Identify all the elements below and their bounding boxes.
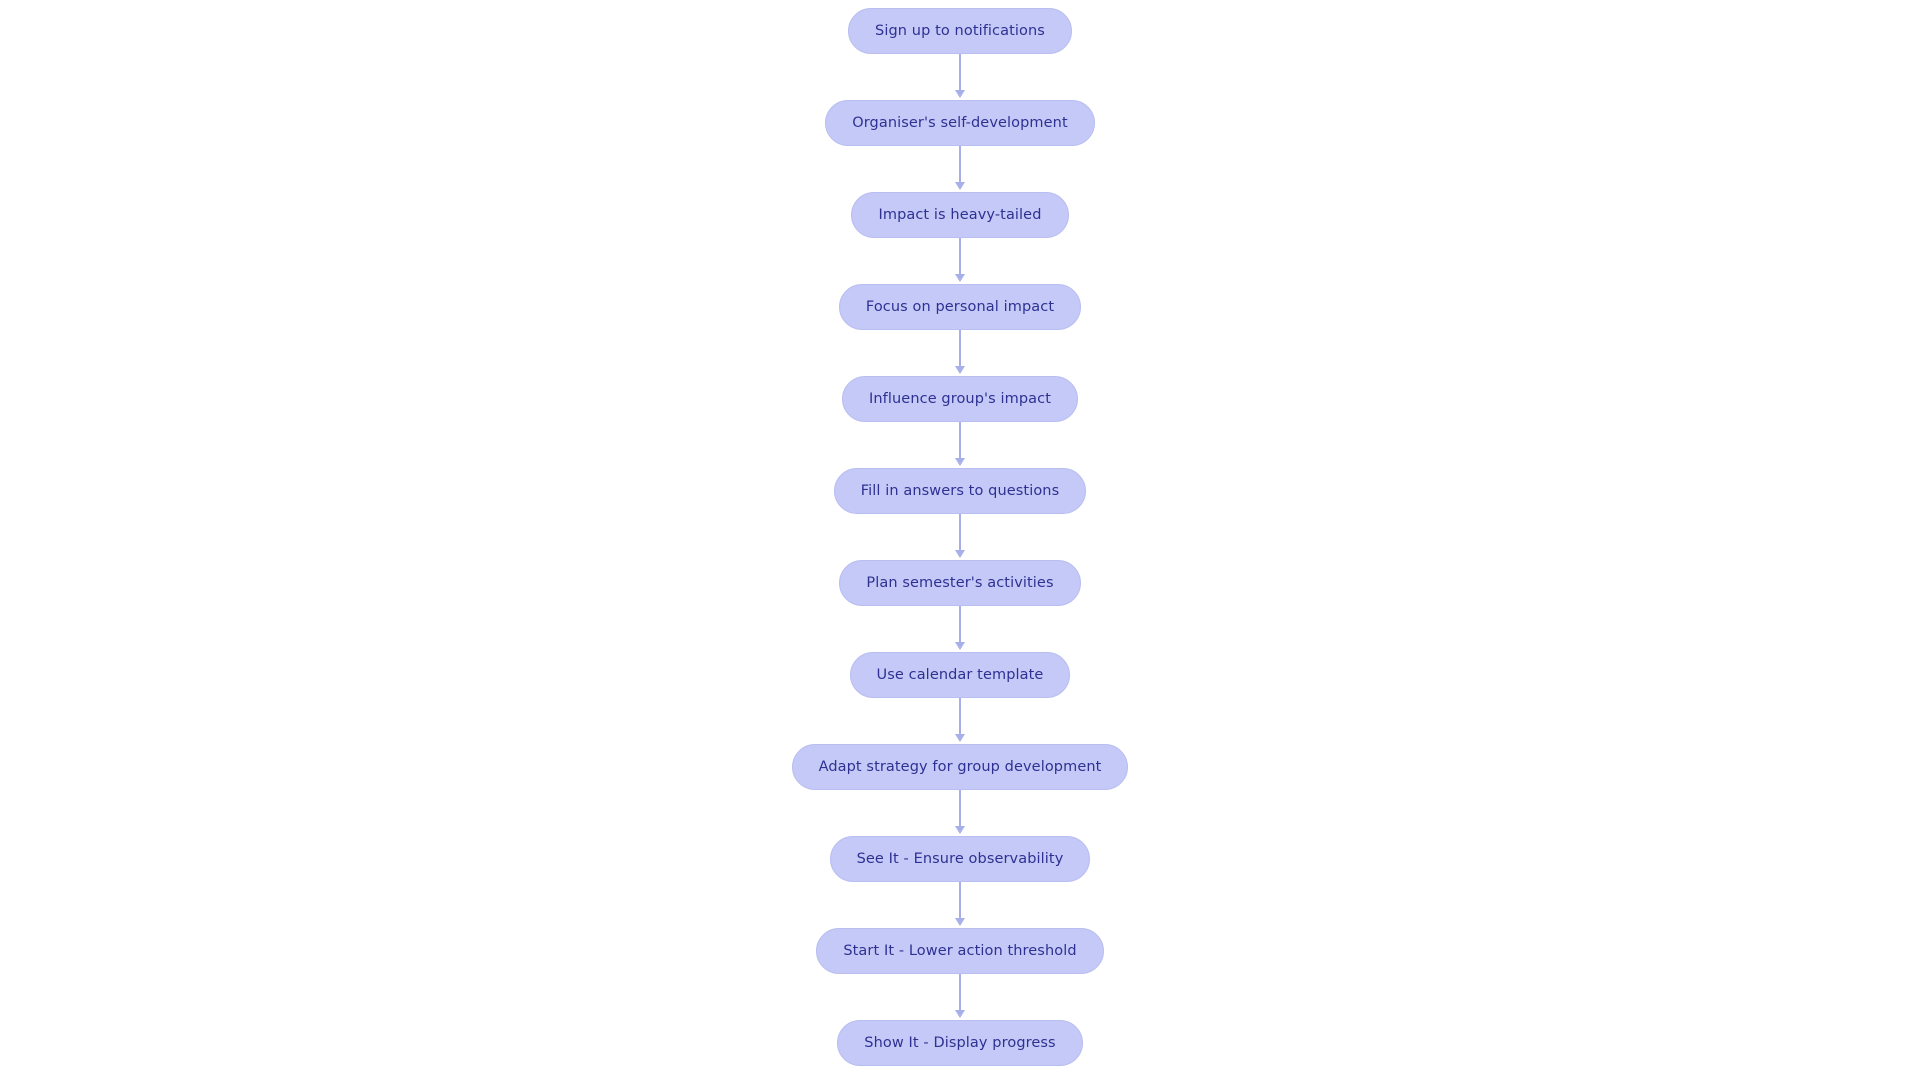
arrow-down-icon bbox=[955, 734, 965, 742]
arrow-down-icon bbox=[955, 826, 965, 834]
flowchart-node[interactable]: Use calendar template bbox=[849, 652, 1071, 698]
flow-connector bbox=[953, 882, 967, 928]
flowchart-node-label: Influence group's impact bbox=[869, 390, 1051, 407]
flowchart-node-label: Start It - Lower action threshold bbox=[843, 942, 1077, 959]
arrow-down-icon bbox=[955, 90, 965, 98]
flow-connector bbox=[953, 790, 967, 836]
flowchart-node[interactable]: Organiser's self-development bbox=[825, 100, 1095, 146]
arrow-down-icon bbox=[955, 366, 965, 374]
connector-line bbox=[959, 238, 961, 276]
flow-connector bbox=[953, 514, 967, 560]
connector-line bbox=[959, 606, 961, 644]
arrow-down-icon bbox=[955, 458, 965, 466]
connector-line bbox=[959, 790, 961, 828]
flowchart-node-label: Fill in answers to questions bbox=[860, 482, 1060, 499]
flow-connector bbox=[953, 330, 967, 376]
flowchart-node-label: Focus on personal impact bbox=[865, 298, 1055, 315]
arrow-down-icon bbox=[955, 1010, 965, 1018]
flowchart-node-label: Organiser's self-development bbox=[852, 114, 1068, 131]
flow-connector bbox=[953, 146, 967, 192]
flow-connector bbox=[953, 606, 967, 652]
flowchart-node[interactable]: Fill in answers to questions bbox=[833, 468, 1087, 514]
flowchart-node-label: Impact is heavy-tailed bbox=[878, 206, 1042, 223]
connector-line bbox=[959, 54, 961, 92]
flowchart-node[interactable]: Start It - Lower action threshold bbox=[816, 928, 1104, 974]
flowchart-node-label: Adapt strategy for group development bbox=[818, 758, 1102, 775]
arrow-down-icon bbox=[955, 182, 965, 190]
connector-line bbox=[959, 698, 961, 736]
connector-line bbox=[959, 882, 961, 920]
flowchart-canvas: Sign up to notifications Organiser's self… bbox=[0, 0, 1920, 1080]
connector-line bbox=[959, 422, 961, 460]
connector-line bbox=[959, 974, 961, 1012]
flowchart-node-label: Show It - Display progress bbox=[864, 1034, 1056, 1051]
arrow-down-icon bbox=[955, 918, 965, 926]
flowchart-node[interactable]: Influence group's impact bbox=[842, 376, 1078, 422]
flowchart-node[interactable]: Sign up to notifications bbox=[848, 8, 1072, 54]
flowchart-node-label: Sign up to notifications bbox=[875, 22, 1045, 39]
flow-connector bbox=[953, 54, 967, 100]
flow-connector bbox=[953, 974, 967, 1020]
arrow-down-icon bbox=[955, 274, 965, 282]
arrow-down-icon bbox=[955, 550, 965, 558]
flowchart-node[interactable]: Show It - Display progress bbox=[837, 1020, 1083, 1066]
flow-connector bbox=[953, 422, 967, 468]
connector-line bbox=[959, 330, 961, 368]
flowchart-node-label: See It - Ensure observability bbox=[856, 850, 1064, 867]
flowchart-node[interactable]: Adapt strategy for group development bbox=[791, 744, 1129, 790]
connector-line bbox=[959, 146, 961, 184]
flow-connector bbox=[953, 238, 967, 284]
flow-connector bbox=[953, 698, 967, 744]
arrow-down-icon bbox=[955, 642, 965, 650]
flowchart-node-chain: Sign up to notifications Organiser's self… bbox=[0, 0, 1920, 1066]
flowchart-node-label: Plan semester's activities bbox=[866, 574, 1054, 591]
flowchart-node-label: Use calendar template bbox=[876, 666, 1044, 683]
flowchart-node[interactable]: See It - Ensure observability bbox=[829, 836, 1091, 882]
flowchart-node[interactable]: Impact is heavy-tailed bbox=[851, 192, 1069, 238]
flowchart-node[interactable]: Plan semester's activities bbox=[839, 560, 1081, 606]
flowchart-node[interactable]: Focus on personal impact bbox=[838, 284, 1082, 330]
connector-line bbox=[959, 514, 961, 552]
